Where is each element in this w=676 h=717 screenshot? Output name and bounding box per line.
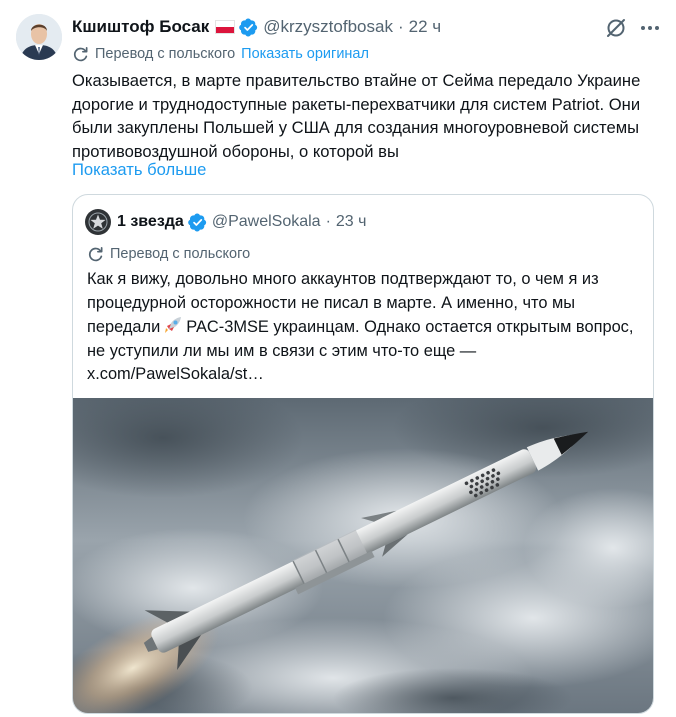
- verified-badge-icon[interactable]: [239, 18, 258, 37]
- quote-author-avatar[interactable]: [85, 209, 111, 235]
- show-more-link[interactable]: Показать больше: [72, 158, 206, 182]
- rocket-emoji-icon: [165, 317, 182, 333]
- separator-dot: ·: [397, 17, 404, 36]
- quote-translation-row: Перевод с польского: [87, 244, 250, 264]
- missile-launch-photo[interactable]: [73, 398, 653, 713]
- quote-tweet[interactable]: 1 звезда @PawelSokala · 23 ч Перевод с п…: [72, 194, 654, 714]
- translation-label: Перевод с польского: [95, 46, 236, 62]
- grok-icon[interactable]: [605, 17, 627, 39]
- star-icon: [88, 212, 108, 232]
- show-original-link[interactable]: Показать оригинал: [241, 46, 369, 62]
- tweet-text: Оказывается, в марте правительство втайн…: [72, 71, 641, 161]
- quote-text: Как я вижу, довольно много аккаунтов под…: [87, 268, 643, 387]
- author-handle[interactable]: @krzysztofbosak: [263, 17, 393, 37]
- tweet-time[interactable]: 22 ч: [409, 17, 442, 37]
- quote-header: 1 звезда @PawelSokala · 23 ч: [117, 209, 366, 235]
- more-options-icon[interactable]: [638, 17, 662, 39]
- translate-icon: [73, 46, 88, 61]
- separator-dot: ·: [325, 213, 331, 230]
- translate-icon: [88, 246, 103, 261]
- quote-author-handle[interactable]: @PawelSokala: [212, 213, 321, 231]
- quote-time[interactable]: 23 ч: [336, 213, 367, 231]
- translation-row: Перевод с польского Показать оригинал: [72, 43, 369, 65]
- verified-badge-icon[interactable]: [188, 213, 207, 232]
- tweet-header: Кшиштоф Босак @krzysztofbosak · 22 ч: [72, 14, 441, 40]
- poland-flag-icon: [215, 20, 236, 34]
- author-avatar[interactable]: [16, 14, 62, 60]
- quote-translation-label: Перевод с польского: [110, 246, 251, 262]
- author-name[interactable]: Кшиштоф Босак: [72, 17, 209, 37]
- quote-author-name[interactable]: 1 звезда: [117, 213, 184, 231]
